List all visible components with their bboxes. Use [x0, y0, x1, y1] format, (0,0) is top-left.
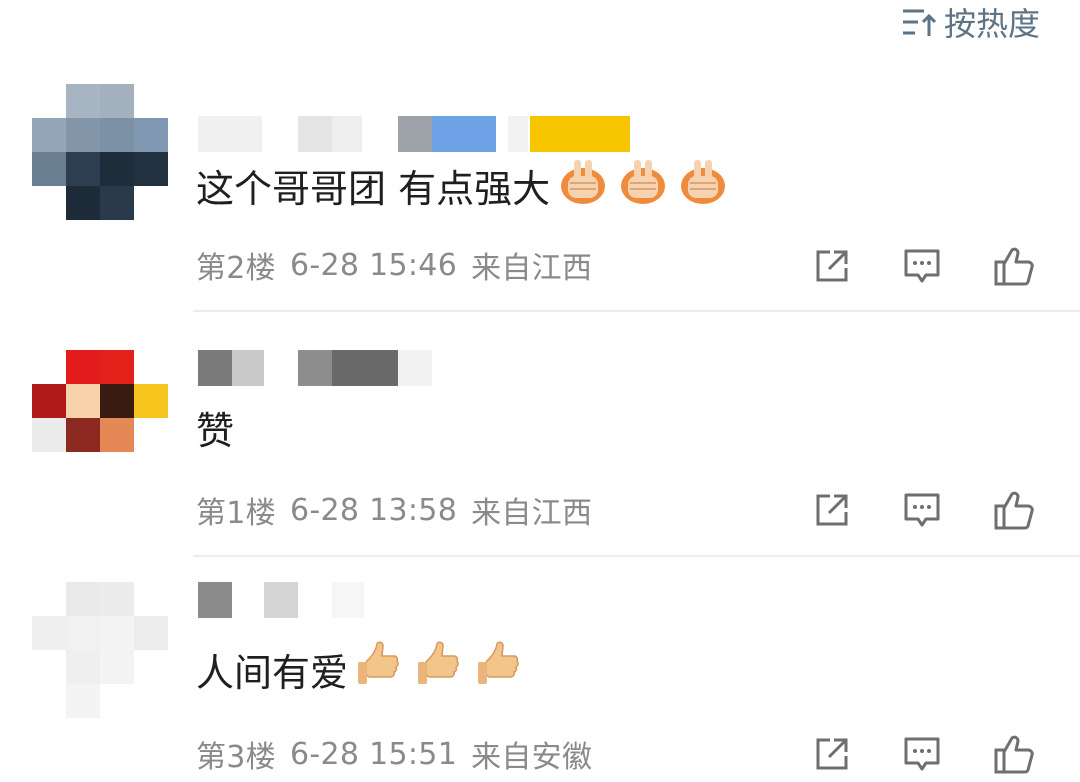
sort-icon	[902, 7, 936, 37]
floor-number: 第1楼	[196, 496, 276, 531]
sort-label: 按热度	[943, 5, 1040, 43]
reply-icon[interactable]	[898, 730, 946, 778]
reply-icon[interactable]	[898, 242, 946, 290]
avatar[interactable]	[32, 582, 168, 718]
floor-number: 第3楼	[196, 740, 276, 775]
share-icon[interactable]	[808, 486, 856, 534]
like-icon[interactable]	[990, 730, 1038, 778]
post-time: 6-28 15:46	[290, 247, 458, 283]
like-icon[interactable]	[990, 486, 1038, 534]
comment-actions	[800, 242, 1050, 290]
divider	[193, 555, 1080, 557]
praying-hands-emoji	[556, 156, 730, 215]
post-location: 来自安徽	[471, 740, 593, 775]
reply-icon[interactable]	[898, 486, 946, 534]
post-location: 来自江西	[471, 251, 593, 286]
comment-actions	[800, 486, 1050, 534]
thumbs-up-emoji	[354, 640, 528, 699]
sort-by-heat-button[interactable]: 按热度	[902, 2, 1040, 43]
avatar[interactable]	[32, 84, 168, 220]
comment-meta: 第3楼 6-28 15:51 来自安徽	[196, 734, 593, 776]
share-icon[interactable]	[808, 242, 856, 290]
comment-text: 这个哥哥团 有点强大	[196, 158, 730, 211]
post-time: 6-28 13:58	[290, 492, 458, 528]
share-icon[interactable]	[808, 730, 856, 778]
like-icon[interactable]	[990, 242, 1038, 290]
floor-number: 第2楼	[196, 251, 276, 286]
post-time: 6-28 15:51	[290, 736, 458, 772]
comment-text: 赞	[196, 408, 235, 453]
username-blurred[interactable]	[198, 350, 658, 386]
comment-meta: 第2楼 6-28 15:46 来自江西	[196, 245, 593, 287]
username-blurred[interactable]	[198, 116, 658, 152]
avatar[interactable]	[32, 350, 168, 486]
comment-meta: 第1楼 6-28 13:58 来自江西	[196, 490, 593, 532]
post-location: 来自江西	[471, 496, 593, 531]
username-blurred[interactable]	[198, 582, 658, 618]
divider	[193, 310, 1080, 312]
comment-actions	[800, 730, 1050, 778]
comment-text: 人间有爱	[196, 641, 528, 695]
